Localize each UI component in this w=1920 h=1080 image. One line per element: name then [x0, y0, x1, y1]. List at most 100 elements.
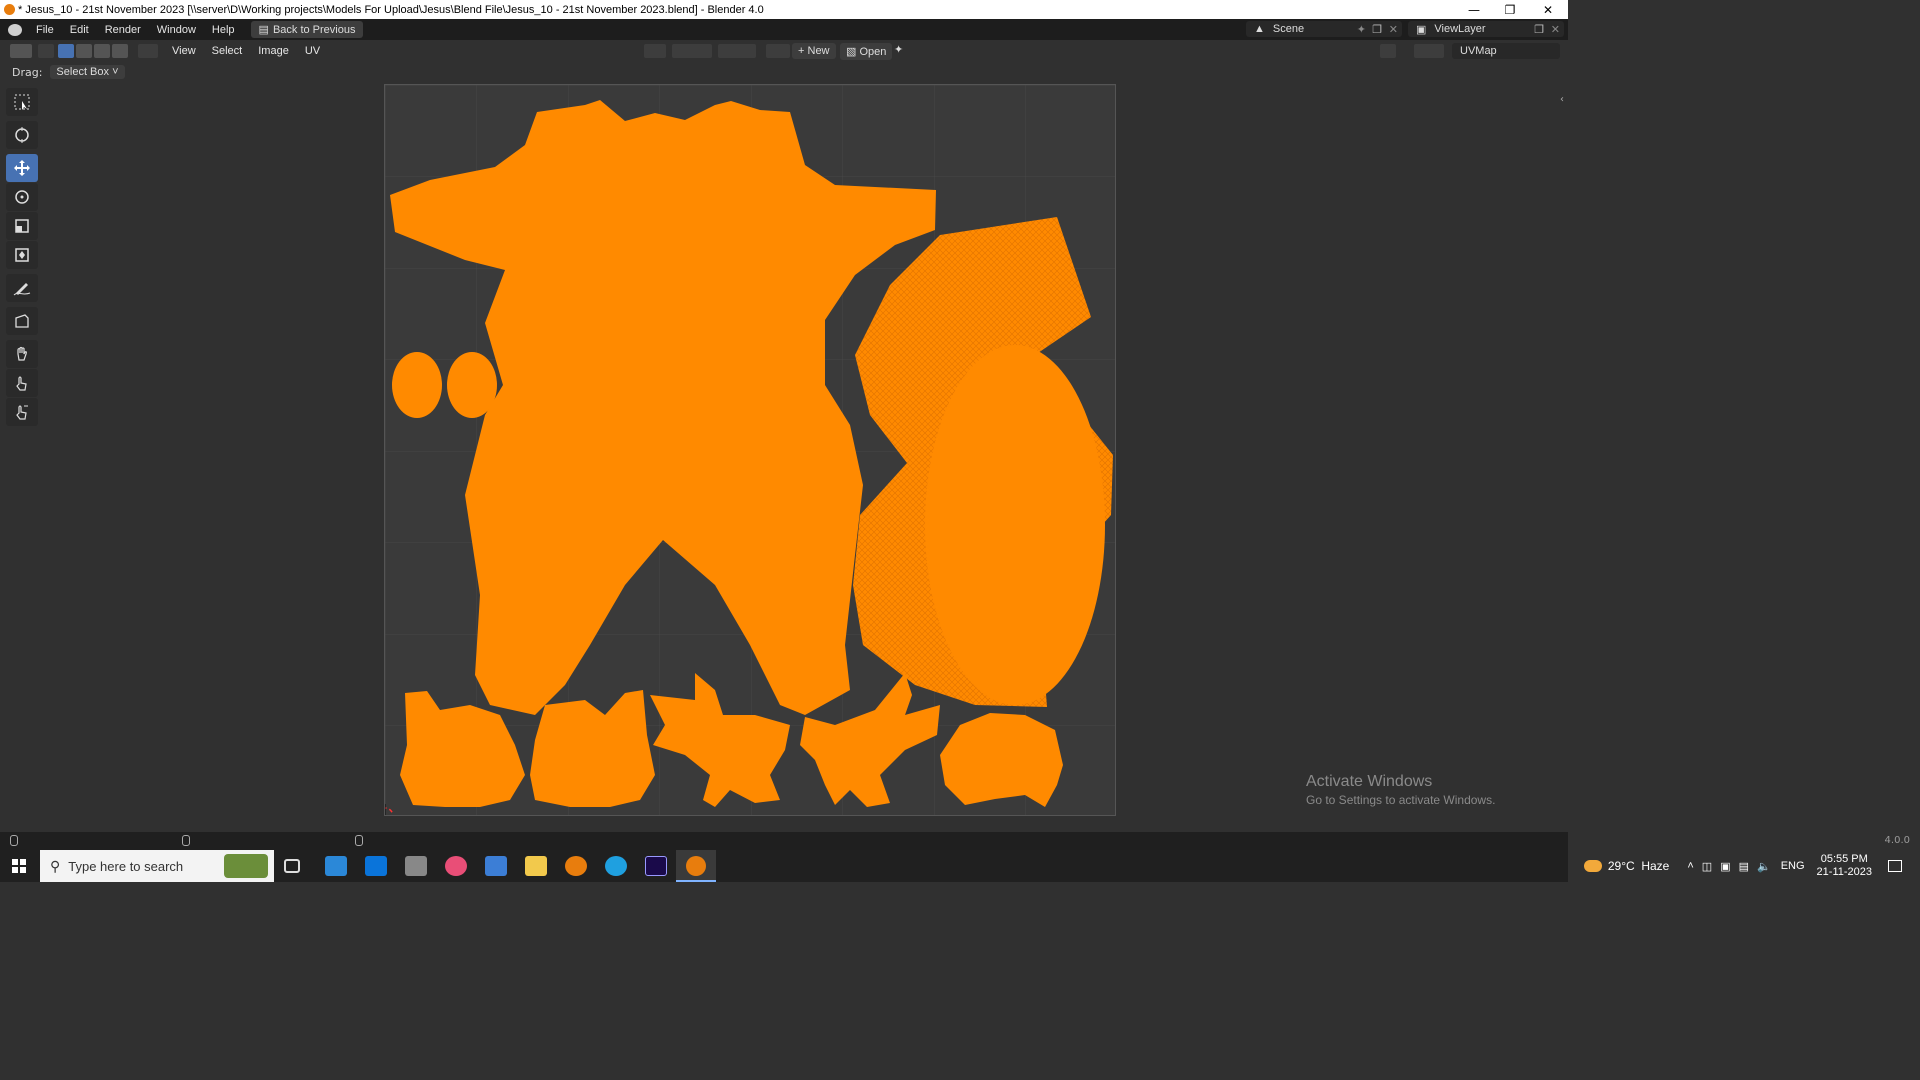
app-icon-3[interactable] — [485, 856, 507, 876]
delete-scene-icon[interactable]: ✕ — [1389, 23, 1398, 36]
app-icon-2[interactable] — [445, 856, 467, 876]
image-browse-icon[interactable] — [766, 44, 790, 58]
restore-button[interactable]: ❐ — [1492, 0, 1528, 19]
pin-image-icon[interactable]: ✦ — [894, 43, 903, 56]
blender-menu-icon[interactable] — [8, 23, 22, 36]
window-titlebar: * Jesus_10 - 21st November 2023 [\\serve… — [0, 0, 1568, 19]
scale-icon — [15, 219, 29, 233]
scale-tool[interactable] — [6, 212, 38, 240]
grab-tool[interactable] — [6, 340, 38, 368]
minimize-button[interactable]: — — [1456, 0, 1492, 19]
taskbar-search-box[interactable]: ⚲ Type here to search — [40, 850, 274, 882]
pivot-point-icon[interactable] — [644, 44, 666, 58]
menu-uv[interactable]: UV — [297, 45, 328, 57]
language-indicator[interactable]: ENG — [1781, 860, 1805, 872]
menu-file[interactable]: File — [28, 24, 62, 36]
grab-icon — [17, 346, 27, 361]
sync-selection-icon[interactable] — [38, 44, 54, 58]
rotate-icon — [15, 190, 29, 204]
edge-select-mode-icon[interactable] — [76, 44, 92, 58]
edge-icon[interactable] — [605, 856, 627, 876]
rip-icon — [15, 314, 29, 328]
duplicate-scene-icon[interactable]: ❐ — [1372, 23, 1382, 36]
move-tool[interactable] — [6, 154, 38, 182]
uv-island-foot-right[interactable] — [530, 690, 655, 807]
task-view-icon[interactable] — [284, 859, 300, 873]
blender-logo-icon — [4, 4, 15, 15]
gizmo-icon[interactable] — [1380, 44, 1396, 58]
mail-icon[interactable] — [365, 856, 387, 876]
mouse-middle-icon — [182, 835, 190, 846]
rip-tool[interactable] — [6, 307, 38, 335]
app-icon-1[interactable] — [405, 856, 427, 876]
menu-edit[interactable]: Edit — [62, 24, 97, 36]
sticky-selection-icon[interactable] — [138, 44, 158, 58]
weather-icon[interactable] — [1583, 860, 1602, 872]
menu-render[interactable]: Render — [97, 24, 149, 36]
back-to-previous-button[interactable]: ▤ Back to Previous — [250, 21, 364, 38]
system-tray: 29°C Haze ˄ ◫ ▣ ▤ 🔈 ENG 05:55 PM 21-11-2… — [1583, 850, 1920, 882]
menu-select[interactable]: Select — [204, 45, 251, 57]
drag-dropdown[interactable]: Select Box ˅ — [50, 65, 125, 79]
clock[interactable]: 05:55 PM 21-11-2023 — [1817, 853, 1872, 879]
uv-viewport[interactable] — [384, 84, 1116, 816]
uv-canvas[interactable] — [385, 85, 1116, 816]
microsoft-store-icon[interactable] — [325, 856, 347, 876]
transform-tool[interactable] — [6, 241, 38, 269]
select-box-tool[interactable] — [6, 88, 38, 116]
pinch-tool[interactable] — [6, 398, 38, 426]
weather-text[interactable]: 29°C Haze — [1608, 859, 1670, 873]
annotate-tool[interactable] — [6, 274, 38, 302]
viewlayer-selector[interactable]: ▣ ViewLayer ❐ ✕ — [1408, 21, 1564, 37]
menu-help[interactable]: Help — [204, 24, 243, 36]
new-image-button[interactable]: + New — [792, 43, 836, 59]
after-effects-icon[interactable] — [645, 856, 667, 876]
move-icon — [14, 160, 30, 176]
annotate-icon — [13, 283, 31, 296]
mouse-left-icon — [10, 835, 18, 846]
rotate-tool[interactable] — [6, 183, 38, 211]
pin-icon[interactable]: ✦ — [1357, 23, 1366, 36]
menu-image[interactable]: Image — [250, 45, 297, 57]
top-menubar: File Edit Render Window Help ▤ Back to Pr… — [0, 19, 1568, 40]
tool-settings-bar: Drag: Select Box ˅ — [0, 62, 1568, 82]
tray-app-icon[interactable]: ◫ — [1702, 860, 1712, 873]
folder-icon: ▧ — [846, 46, 857, 58]
menu-view[interactable]: View — [164, 45, 204, 57]
file-explorer-icon[interactable] — [525, 856, 547, 876]
drag-label: Drag: — [12, 65, 43, 79]
island-select-mode-icon[interactable] — [112, 44, 128, 58]
scene-selector[interactable]: ▲ Scene ✦ ❐ ✕ — [1246, 21, 1402, 37]
delete-viewlayer-icon[interactable]: ✕ — [1551, 23, 1560, 36]
snap-icon[interactable] — [672, 44, 712, 58]
tray-device-icon[interactable]: ▣ — [1720, 860, 1730, 873]
notifications-icon[interactable] — [1888, 860, 1902, 872]
overlay-icon[interactable] — [1414, 44, 1444, 58]
uv-island-ear-left[interactable] — [392, 352, 442, 418]
cursor-icon — [15, 127, 29, 143]
duplicate-viewlayer-icon[interactable]: ❐ — [1534, 23, 1544, 36]
chevron-up-icon[interactable]: ˄ — [1687, 860, 1693, 872]
windows-start-icon[interactable] — [12, 859, 26, 873]
menu-window[interactable]: Window — [149, 24, 204, 36]
uv-island-ear-right[interactable] — [447, 352, 497, 418]
version-label: 4.0.0 — [1884, 835, 1910, 846]
relax-tool[interactable] — [6, 369, 38, 397]
editor-type-icon[interactable] — [10, 44, 32, 58]
cursor-tool[interactable] — [6, 121, 38, 149]
volume-icon[interactable]: 🔈 — [1757, 860, 1771, 873]
activate-windows-watermark: Activate Windows Go to Settings to activ… — [1306, 773, 1496, 807]
vertex-select-mode-icon[interactable] — [58, 44, 74, 58]
transform-icon — [15, 248, 29, 262]
search-highlight-icon — [224, 854, 268, 878]
chevron-down-icon: ˅ — [112, 66, 119, 78]
uvmap-selector[interactable]: UVMap — [1452, 43, 1560, 59]
blender-taskbar-icon[interactable] — [565, 856, 587, 876]
proportional-editing-icon[interactable] — [718, 44, 756, 58]
network-icon[interactable]: ▤ — [1739, 860, 1749, 873]
open-image-button[interactable]: ▧ Open — [840, 43, 893, 60]
face-select-mode-icon[interactable] — [94, 44, 110, 58]
close-window-button[interactable]: ✕ — [1530, 0, 1566, 19]
sidebar-toggle-icon[interactable]: ‹ — [1560, 94, 1564, 105]
plus-icon: + — [798, 45, 805, 57]
